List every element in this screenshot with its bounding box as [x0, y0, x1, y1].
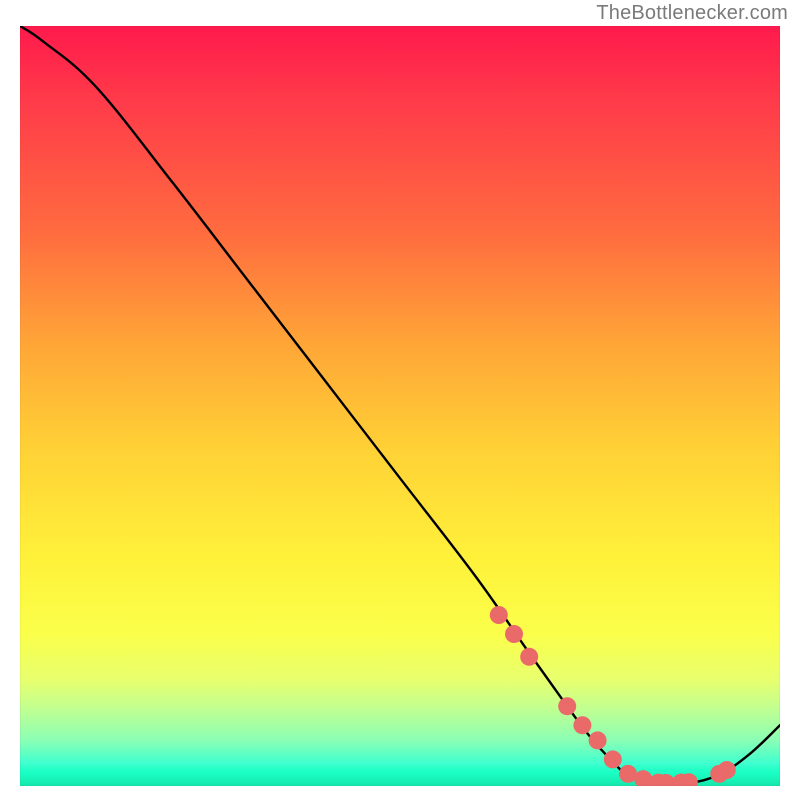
green-bottom-band [20, 764, 780, 786]
watermark: TheBottlenecker.com [596, 2, 788, 25]
gradient-background [20, 26, 780, 786]
chart-area [20, 26, 780, 786]
